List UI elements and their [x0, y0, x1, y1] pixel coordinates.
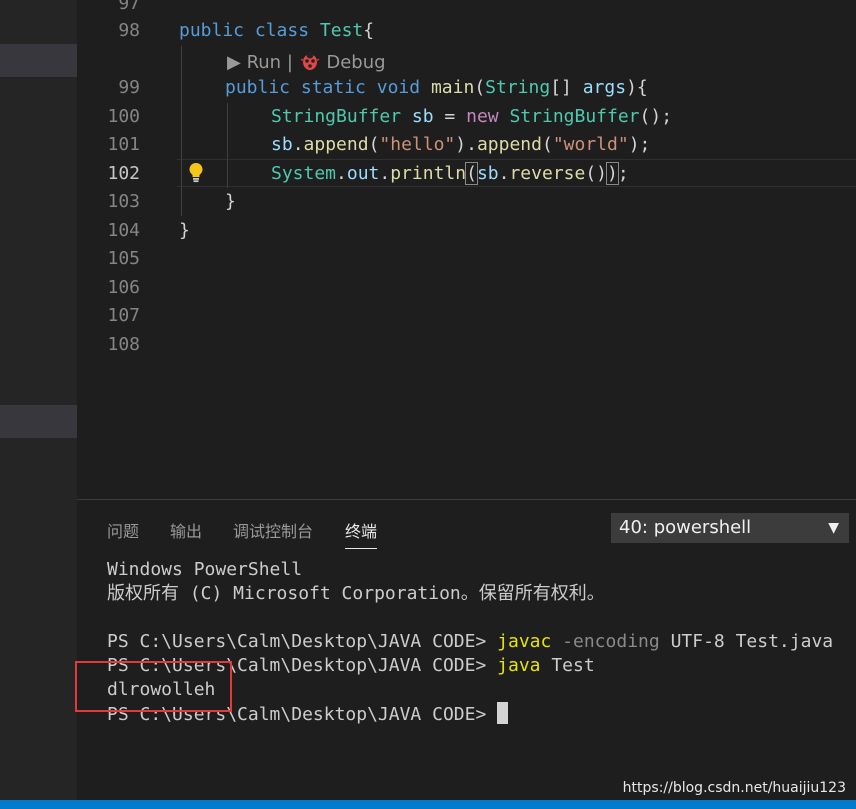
chevron-down-icon: ▼ — [828, 520, 839, 536]
bug-icon — [300, 51, 320, 70]
code-line-103: } — [225, 191, 236, 212]
tab-problems[interactable]: 问题 — [107, 518, 139, 548]
terminal-select[interactable]: 40: powershell ▼ — [611, 513, 849, 543]
tab-terminal[interactable]: 终端 — [345, 518, 378, 549]
bottom-panel: 问题 输出 调试控制台 终端 40: powershell ▼ Windows P… — [77, 499, 856, 801]
lightbulb-icon[interactable] — [187, 161, 205, 183]
codelens: ▶ Run | Debug — [227, 51, 386, 73]
code-line-98: public class Test{ — [179, 20, 375, 41]
sidebar-item[interactable] — [0, 405, 77, 438]
indent-guide — [181, 46, 182, 216]
highlight-box — [75, 661, 232, 712]
tab-output[interactable]: 输出 — [170, 518, 202, 548]
line-number: 108 — [107, 334, 140, 355]
line-number: 101 — [107, 134, 140, 155]
code-line-99: public static void main(String[] args){ — [225, 77, 648, 98]
code-line-104: } — [179, 220, 190, 241]
sidebar — [0, 0, 77, 809]
line-number: 103 — [107, 191, 140, 212]
play-icon: ▶ — [227, 52, 241, 73]
watermark: https://blog.csdn.net/huaijiu123 — [622, 780, 846, 796]
code-line-100: StringBuffer sb = new StringBuffer(); — [271, 106, 673, 127]
line-number: 97 — [118, 0, 140, 14]
line-number: 107 — [107, 305, 140, 326]
status-bar — [0, 800, 856, 809]
line-number: 99 — [118, 77, 140, 98]
code-line-102: System.out.println(sb.reverse()); — [271, 162, 629, 185]
line-number: 105 — [107, 248, 140, 269]
line-number: 104 — [107, 220, 140, 241]
sidebar-selected-item[interactable] — [0, 44, 77, 77]
terminal-cursor — [497, 702, 509, 724]
code-editor[interactable]: 97 98 99 100 101 102 103 104 105 106 107… — [77, 0, 856, 499]
indent-guide — [227, 103, 228, 188]
line-number: 106 — [107, 277, 140, 298]
run-codelens[interactable]: ▶ Run — [227, 52, 281, 73]
line-number: 100 — [107, 106, 140, 127]
tab-debug-console[interactable]: 调试控制台 — [233, 518, 313, 548]
debug-codelens[interactable]: Debug — [299, 51, 386, 73]
line-number-active: 102 — [107, 163, 140, 184]
line-number: 98 — [118, 20, 140, 41]
code-line-101: sb.append("hello").append("world"); — [271, 134, 651, 155]
